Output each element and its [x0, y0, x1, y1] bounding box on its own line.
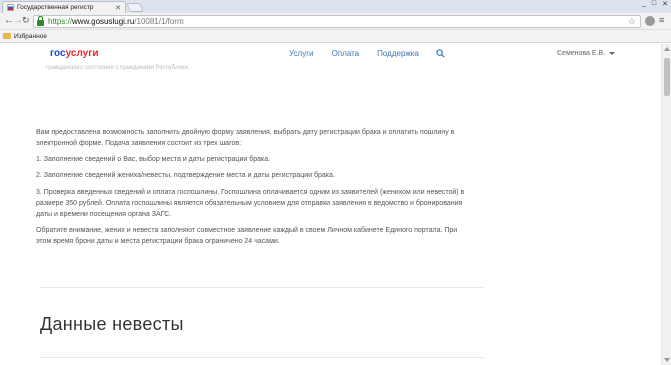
lock-icon — [37, 15, 44, 26]
bookmarks-bar: Избранное — [0, 30, 671, 43]
bookmark-star-icon[interactable]: ☆ — [628, 16, 636, 27]
flag-favicon-icon — [7, 4, 14, 11]
folder-icon — [3, 33, 11, 39]
note-text: Обратите внимание, жених и невеста запол… — [36, 227, 458, 245]
chevron-down-icon — [609, 52, 616, 55]
close-window-button[interactable]: ✕ — [662, 0, 668, 8]
step-2-text: 2. Заполнение сведений жениха/невесты, п… — [36, 172, 335, 179]
window-controls: _ □ ✕ — [642, 0, 668, 8]
nav-payment[interactable]: Оплата — [332, 49, 360, 58]
user-menu[interactable]: Семенова Е.В. — [557, 50, 616, 57]
tab-title: Государственная регистр — [17, 4, 94, 11]
step-1-text: 1. Заполнение сведений о Вас, выбор мест… — [36, 156, 271, 163]
scrollbar-thumb[interactable] — [664, 58, 670, 96]
url-path: /10081/1/form — [134, 17, 184, 26]
page-viewport: госуслуги Услуги Оплата Поддержка Семено… — [0, 44, 661, 365]
new-tab-button[interactable] — [126, 3, 144, 12]
page-scrollbar[interactable] — [661, 44, 671, 365]
extension-icon[interactable] — [645, 16, 655, 26]
browser-toolbar: ← → ↻ https:// www.gosuslugi.ru /10081/1… — [0, 13, 671, 30]
logo-part-uslugi: услуги — [65, 48, 99, 59]
scroll-up-arrow-icon[interactable] — [664, 47, 670, 51]
nav-support[interactable]: Поддержка — [377, 49, 419, 58]
browser-titlebar: Государственная регистр ✕ _ □ ✕ — [0, 0, 671, 13]
search-icon[interactable] — [436, 49, 445, 58]
url-scheme: https:// — [48, 17, 73, 26]
reload-icon[interactable]: ↻ — [22, 15, 30, 26]
section-divider-bottom — [40, 357, 484, 358]
bookmarks-folder[interactable]: Избранное — [14, 33, 47, 40]
gosuslugi-logo[interactable]: госуслуги — [50, 48, 99, 59]
minimize-button[interactable]: _ — [642, 0, 646, 8]
user-name: Семенова Е.В. — [557, 50, 606, 57]
browser-menu-icon[interactable]: ≡ — [659, 16, 664, 25]
nav-services[interactable]: Услуги — [289, 49, 314, 58]
scroll-down-arrow-icon[interactable] — [664, 358, 670, 362]
step-3-text: 3. Проверка введенных сведений и оплата … — [36, 189, 465, 218]
main-nav: Услуги Оплата Поддержка — [289, 49, 419, 58]
url-host: www.gosuslugi.ru — [72, 17, 135, 26]
site-header: госуслуги Услуги Оплата Поддержка Семено… — [0, 44, 661, 66]
intro-text: Вам предоставлена возможность заполнить … — [36, 129, 455, 147]
address-bar[interactable]: https:// www.gosuslugi.ru /10081/1/form … — [33, 15, 641, 28]
cut-off-text: гражданского состояния с гражданами Респ… — [46, 65, 188, 71]
maximize-button[interactable]: □ — [652, 0, 656, 8]
browser-tab[interactable]: Государственная регистр ✕ — [2, 1, 126, 13]
logo-part-gos: гос — [50, 48, 66, 59]
section-divider — [40, 287, 484, 288]
section-title: Данные невесты — [40, 314, 184, 334]
tab-close-icon[interactable]: ✕ — [115, 4, 121, 12]
